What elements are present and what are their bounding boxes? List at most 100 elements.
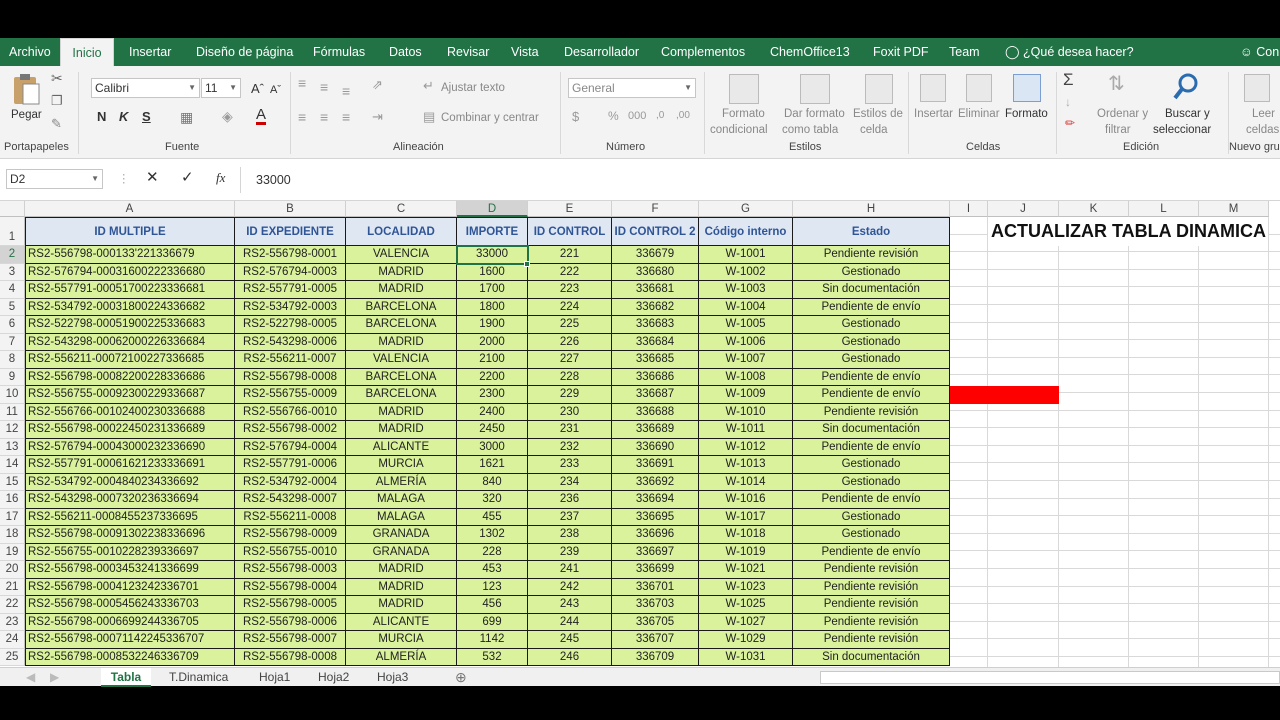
sheet-tab-tdinamica[interactable]: T.Dinamica bbox=[169, 668, 228, 687]
insert-cells-button[interactable]: Insertar bbox=[914, 106, 953, 122]
table-cell[interactable]: W-1018 bbox=[699, 526, 793, 544]
tab-inicio[interactable]: Inicio bbox=[60, 38, 114, 66]
table-cell[interactable]: 1142 bbox=[457, 631, 528, 649]
align-top-icon[interactable]: ≡ bbox=[298, 76, 306, 90]
table-cell[interactable]: RS2-556766-0010 bbox=[235, 403, 346, 421]
column-header[interactable]: I bbox=[950, 201, 988, 217]
table-cell[interactable]: 1302 bbox=[457, 526, 528, 544]
table-cell[interactable]: Gestionado bbox=[793, 263, 950, 281]
wrap-text-button[interactable]: Ajustar texto bbox=[441, 80, 505, 96]
table-header-cell[interactable]: ID MULTIPLE bbox=[25, 217, 235, 246]
column-header[interactable]: K bbox=[1059, 201, 1129, 217]
table-cell[interactable]: 228 bbox=[457, 543, 528, 561]
add-sheet-icon[interactable]: ⊕ bbox=[455, 668, 467, 687]
table-cell[interactable]: RS2-534792-0003 bbox=[235, 298, 346, 316]
table-cell[interactable]: 244 bbox=[528, 613, 612, 631]
table-cell[interactable]: RS2-576794-00031600222336680 bbox=[25, 263, 235, 281]
table-cell[interactable]: 336679 bbox=[612, 246, 699, 264]
table-cell[interactable]: MALAGA bbox=[346, 508, 457, 526]
horizontal-scrollbar[interactable] bbox=[820, 671, 1280, 684]
table-cell[interactable]: RS2-543298-0007320236336694 bbox=[25, 491, 235, 509]
table-cell[interactable]: 236 bbox=[528, 491, 612, 509]
table-cell[interactable]: 336690 bbox=[612, 438, 699, 456]
decrease-decimal-icon[interactable]: ,00 bbox=[676, 111, 690, 121]
table-cell[interactable]: W-1008 bbox=[699, 368, 793, 386]
column-header[interactable]: E bbox=[528, 201, 612, 217]
table-cell[interactable]: 2450 bbox=[457, 421, 528, 439]
table-cell[interactable]: RS2-556798-0005 bbox=[235, 596, 346, 614]
table-cell[interactable]: RS2-556798-0001 bbox=[235, 246, 346, 264]
next-sheet-icon[interactable]: ▶ bbox=[50, 668, 59, 687]
tell-me-box[interactable]: ◯ ¿Qué desea hacer? bbox=[1005, 38, 1134, 66]
sort-filter-label-2[interactable]: filtrar bbox=[1105, 122, 1131, 138]
table-cell[interactable]: RS2-556798-0008532246336709 bbox=[25, 648, 235, 666]
table-cell[interactable]: 231 bbox=[528, 421, 612, 439]
table-cell[interactable]: RS2-556755-0010 bbox=[235, 543, 346, 561]
table-cell[interactable]: VALENCIA bbox=[346, 351, 457, 369]
column-header[interactable]: L bbox=[1129, 201, 1199, 217]
table-cell[interactable]: Gestionado bbox=[793, 316, 950, 334]
tab-diseno-pagina[interactable]: Diseño de página bbox=[196, 38, 293, 66]
fill-icon[interactable]: ↓ bbox=[1065, 96, 1071, 108]
table-header-cell[interactable]: ID CONTROL bbox=[528, 217, 612, 246]
sheet-tab-hoja1[interactable]: Hoja1 bbox=[259, 668, 290, 687]
column-header[interactable]: C bbox=[346, 201, 457, 217]
tab-team[interactable]: Team bbox=[949, 38, 980, 66]
table-cell[interactable]: RS2-557791-00051700223336681 bbox=[25, 281, 235, 299]
table-cell[interactable]: 225 bbox=[528, 316, 612, 334]
table-cell[interactable]: Pendiente revisión bbox=[793, 631, 950, 649]
fill-color-icon[interactable]: ◈ bbox=[222, 109, 233, 123]
sheet-tab-hoja3[interactable]: Hoja3 bbox=[377, 668, 408, 687]
table-cell[interactable]: RS2-557791-0006 bbox=[235, 456, 346, 474]
table-cell[interactable]: RS2-576794-0004 bbox=[235, 438, 346, 456]
row-header[interactable]: 2 bbox=[0, 246, 25, 264]
column-header[interactable]: A bbox=[25, 201, 235, 217]
table-cell[interactable]: Pendiente revisión bbox=[793, 596, 950, 614]
table-cell[interactable]: W-1027 bbox=[699, 613, 793, 631]
table-cell[interactable]: MURCIA bbox=[346, 631, 457, 649]
column-header[interactable]: G bbox=[699, 201, 793, 217]
table-cell[interactable]: RS2-556798-0007 bbox=[235, 631, 346, 649]
table-cell[interactable]: RS2-556798-0004 bbox=[235, 578, 346, 596]
increase-font-icon[interactable]: Aˆ bbox=[251, 81, 264, 97]
table-cell[interactable]: 336680 bbox=[612, 263, 699, 281]
insert-function-icon[interactable]: fx bbox=[216, 170, 225, 186]
table-cell[interactable]: 336709 bbox=[612, 648, 699, 666]
table-cell[interactable]: MALAGA bbox=[346, 491, 457, 509]
table-cell[interactable]: RS2-557791-00061621233336691 bbox=[25, 456, 235, 474]
row-header[interactable]: 24 bbox=[0, 631, 25, 649]
name-box[interactable]: D2 ▼ bbox=[6, 169, 103, 189]
number-format-select[interactable]: General ▼ bbox=[568, 78, 696, 98]
sort-filter-label-1[interactable]: Ordenar y bbox=[1097, 106, 1148, 122]
table-cell[interactable]: 336703 bbox=[612, 596, 699, 614]
table-cell[interactable]: 699 bbox=[457, 613, 528, 631]
table-cell[interactable]: RS2-556798-00022450231336689 bbox=[25, 421, 235, 439]
row-header[interactable]: 6 bbox=[0, 316, 25, 334]
align-right-icon[interactable]: ≡ bbox=[342, 110, 350, 124]
table-cell[interactable]: RS2-534792-0004 bbox=[235, 473, 346, 491]
table-cell[interactable]: 242 bbox=[528, 578, 612, 596]
table-cell[interactable]: RS2-556798-0005456243336703 bbox=[25, 596, 235, 614]
row-header[interactable]: 16 bbox=[0, 491, 25, 509]
copy-icon[interactable]: ❐ bbox=[51, 94, 63, 107]
column-header[interactable]: B bbox=[235, 201, 346, 217]
table-cell[interactable]: RS2-534792-0004840234336692 bbox=[25, 473, 235, 491]
comma-style-icon[interactable]: 000 bbox=[628, 111, 646, 122]
cell-styles-label-2[interactable]: celda bbox=[860, 122, 888, 138]
row-header[interactable]: 13 bbox=[0, 438, 25, 456]
table-cell[interactable]: 2200 bbox=[457, 368, 528, 386]
table-cell[interactable]: Pendiente de envío bbox=[793, 438, 950, 456]
fill-handle[interactable] bbox=[524, 260, 530, 267]
table-cell[interactable]: Gestionado bbox=[793, 333, 950, 351]
table-cell[interactable]: 246 bbox=[528, 648, 612, 666]
table-cell[interactable]: 123 bbox=[457, 578, 528, 596]
table-cell[interactable]: Gestionado bbox=[793, 508, 950, 526]
table-cell[interactable]: W-1017 bbox=[699, 508, 793, 526]
table-cell[interactable]: RS2-556211-0008455237336695 bbox=[25, 508, 235, 526]
table-cell[interactable]: ALICANTE bbox=[346, 613, 457, 631]
table-cell[interactable]: 1900 bbox=[457, 316, 528, 334]
prev-sheet-icon[interactable]: ◀ bbox=[26, 668, 35, 687]
table-cell[interactable]: 1600 bbox=[457, 263, 528, 281]
row-header[interactable]: 9 bbox=[0, 368, 25, 386]
table-cell[interactable]: 336691 bbox=[612, 456, 699, 474]
